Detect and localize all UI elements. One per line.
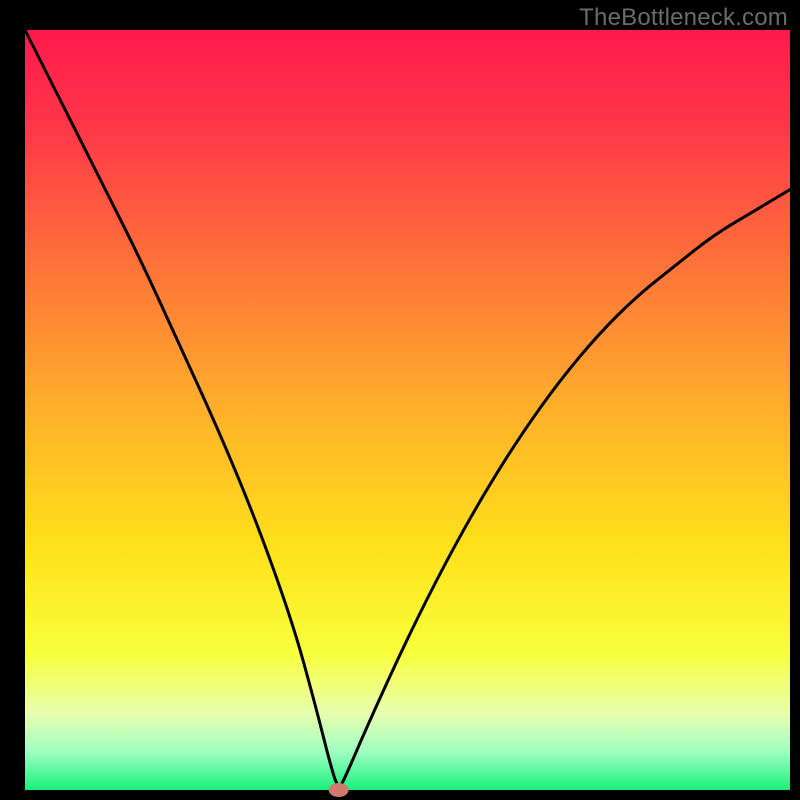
optimal-point-marker [329,783,349,797]
gradient-background [25,30,790,790]
chart-frame: TheBottleneck.com [0,0,800,800]
watermark-text: TheBottleneck.com [579,4,788,32]
bottleneck-chart [0,0,800,800]
